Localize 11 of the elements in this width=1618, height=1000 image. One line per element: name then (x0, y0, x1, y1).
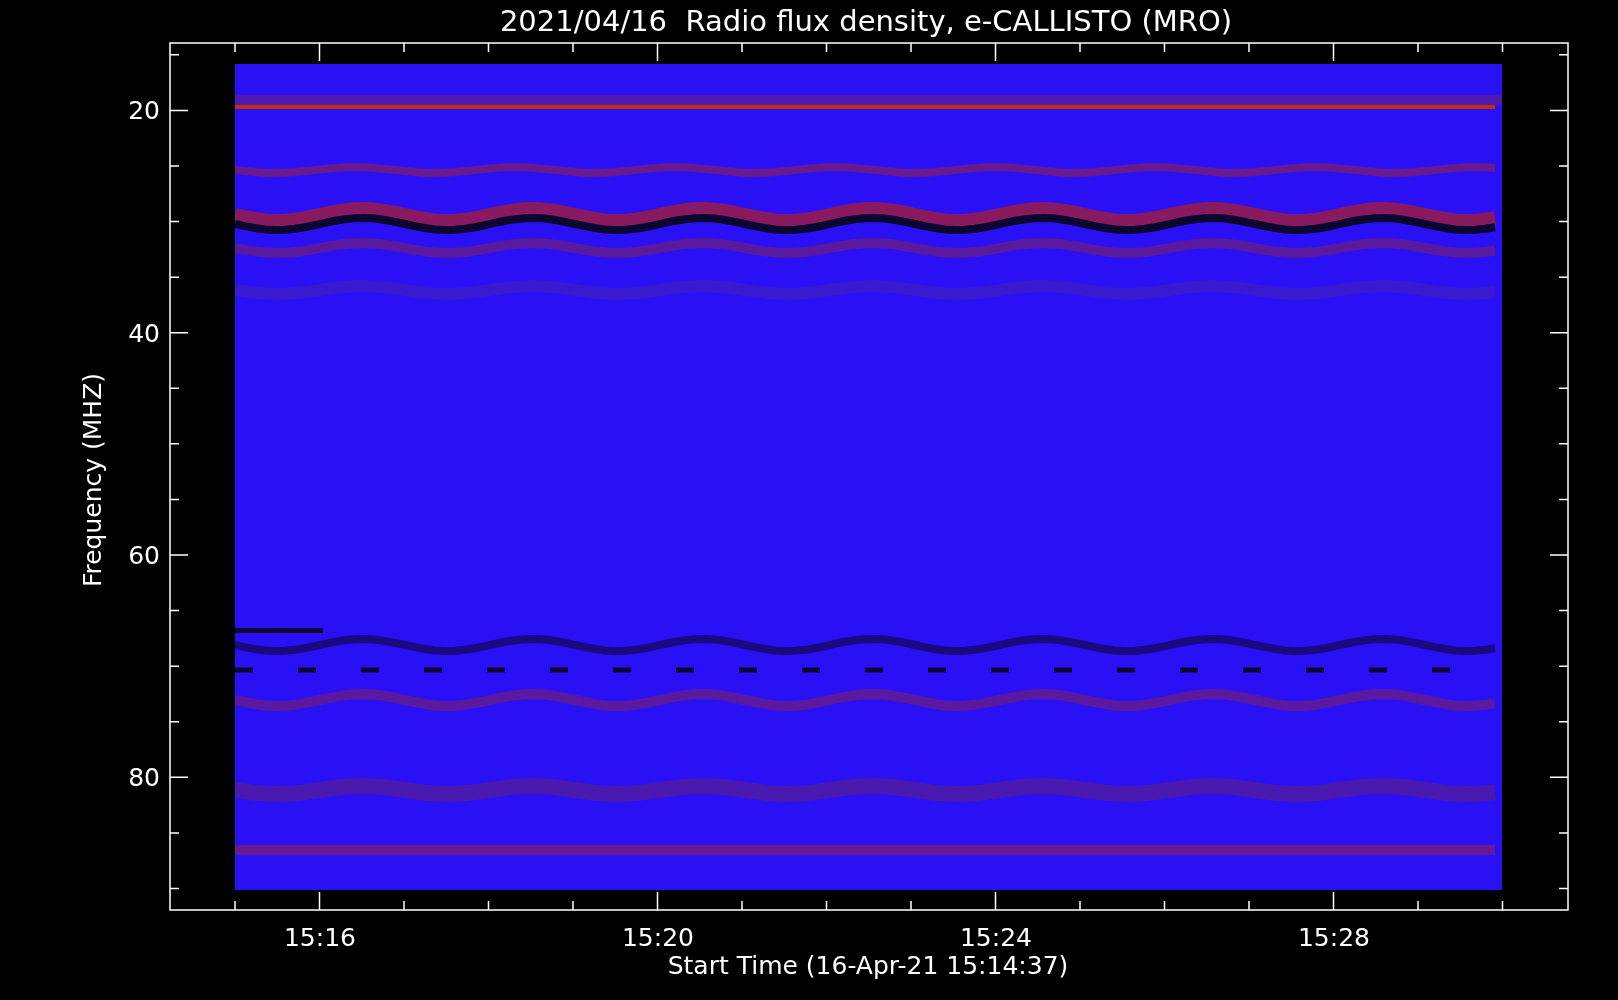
x-tick-label: 15:24 (960, 923, 1032, 952)
y-tick-label: 60 (128, 541, 160, 570)
chart-title: 2021/04/16 Radio flux density, e-CALLISTO (MRO) (499, 4, 1233, 38)
y-tick-label: 40 (128, 318, 160, 348)
y-tick-label: 20 (128, 96, 160, 126)
x-axis-label: Start Time (16-Apr-21 15:14:37) (667, 951, 1069, 980)
x-tick-label: 15:28 (1298, 923, 1370, 952)
y-tick-label: 80 (128, 763, 160, 793)
x-tick-label: 15:16 (284, 923, 356, 952)
y-axis-label: Frequency (MHZ) (78, 372, 107, 588)
x-tick-label: 15:20 (622, 923, 694, 952)
